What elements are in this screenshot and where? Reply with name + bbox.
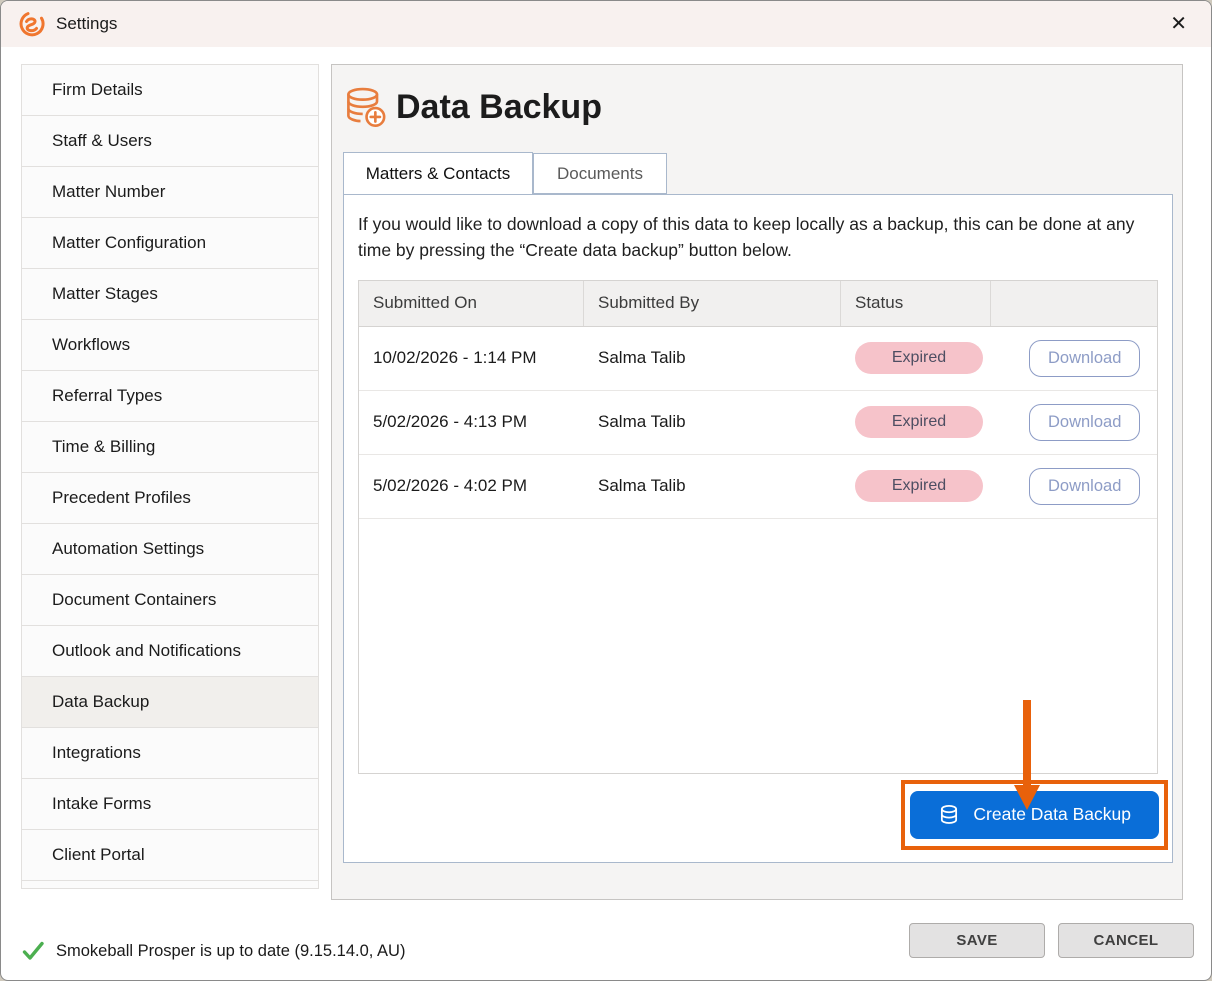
check-icon <box>22 941 44 960</box>
settings-sidebar: Firm Details Staff & Users Matter Number… <box>21 64 319 903</box>
sidebar-item-label: Firm Details <box>52 80 143 99</box>
tab-matters-contacts[interactable]: Matters & Contacts <box>343 152 533 194</box>
download-button[interactable]: Download <box>1029 339 1141 377</box>
tab-content: If you would like to download a copy of … <box>343 194 1173 863</box>
data-backup-panel: Data Backup Matters & Contacts Documents… <box>331 64 1183 900</box>
submitted-by-value: Salma Talib <box>598 348 686 367</box>
sidebar-item-client-portal[interactable]: Client Portal <box>21 829 319 881</box>
column-header-status[interactable]: Status <box>841 280 991 326</box>
sidebar-item-label: Document Containers <box>52 590 217 609</box>
sidebar-item-label: Integrations <box>52 743 141 762</box>
title-bar: Settings ✕ <box>1 1 1211 47</box>
sidebar-item-label: Outlook and Notifications <box>52 641 241 660</box>
database-add-icon <box>347 87 386 128</box>
table-row: 5/02/2026 - 4:02 PM Salma Talib Expired … <box>359 454 1157 519</box>
submitted-on-value: 5/02/2026 - 4:13 PM <box>373 412 528 431</box>
sidebar-item-matter-number[interactable]: Matter Number <box>21 166 319 218</box>
download-button[interactable]: Download <box>1029 467 1141 505</box>
sidebar-item-outlook-notifications[interactable]: Outlook and Notifications <box>21 625 319 677</box>
sidebar-item-label: Data Backup <box>52 692 150 711</box>
backup-description: If you would like to download a copy of … <box>358 214 1135 261</box>
sidebar-item-label: Time & Billing <box>52 437 156 456</box>
sidebar-item-firm-details[interactable]: Firm Details <box>21 64 319 116</box>
sidebar-item-clipped[interactable] <box>21 880 319 889</box>
tab-bar: Matters & Contacts Documents <box>343 152 667 194</box>
footer-buttons: SAVE CANCEL <box>909 923 1194 958</box>
sidebar-item-referral-types[interactable]: Referral Types <box>21 370 319 422</box>
status-badge: Expired <box>855 342 983 374</box>
sidebar-item-label: Matter Stages <box>52 284 158 303</box>
sidebar-item-label: Workflows <box>52 335 131 354</box>
submitted-on-value: 10/02/2026 - 1:14 PM <box>373 348 537 367</box>
column-header-actions <box>991 281 1157 326</box>
page-header: Data Backup <box>344 85 602 129</box>
tab-label: Documents <box>557 163 643 183</box>
table-row: 5/02/2026 - 4:13 PM Salma Talib Expired … <box>359 390 1157 455</box>
create-button-row: Create Data Backup <box>358 779 1168 850</box>
status-badge: Expired <box>855 470 983 502</box>
cancel-button[interactable]: CANCEL <box>1058 923 1194 958</box>
page-title: Data Backup <box>396 87 602 126</box>
download-button[interactable]: Download <box>1029 403 1141 441</box>
column-header-submitted-on[interactable]: Submitted On <box>359 280 584 326</box>
sidebar-item-time-billing[interactable]: Time & Billing <box>21 421 319 473</box>
sidebar-item-matter-stages[interactable]: Matter Stages <box>21 268 319 320</box>
sidebar-item-integrations[interactable]: Integrations <box>21 727 319 779</box>
create-button-label: Create Data Backup <box>973 804 1131 824</box>
update-status: Smokeball Prosper is up to date (9.15.14… <box>21 939 405 963</box>
submitted-on-value: 5/02/2026 - 4:02 PM <box>373 476 528 495</box>
table-row: 10/02/2026 - 1:14 PM Salma Talib Expired… <box>359 326 1157 391</box>
close-icon[interactable]: ✕ <box>1164 12 1193 36</box>
status-badge: Expired <box>855 406 983 438</box>
sidebar-item-data-backup[interactable]: Data Backup <box>21 676 319 728</box>
smokeball-logo-icon <box>19 12 45 37</box>
sidebar-item-label: Automation Settings <box>52 539 205 558</box>
sidebar-item-label: Referral Types <box>52 386 163 405</box>
status-text: Smokeball Prosper is up to date (9.15.14… <box>56 941 406 960</box>
submitted-by-value: Salma Talib <box>598 476 686 495</box>
backup-table: Submitted On Submitted By Status 10/02/2… <box>358 279 1158 774</box>
sidebar-item-intake-forms[interactable]: Intake Forms <box>21 778 319 830</box>
sidebar-item-label: Precedent Profiles <box>52 488 191 507</box>
tab-label: Matters & Contacts <box>365 163 511 183</box>
submitted-by-value: Salma Talib <box>598 412 686 431</box>
sidebar-item-label: Matter Configuration <box>52 233 207 252</box>
sidebar-item-workflows[interactable]: Workflows <box>21 319 319 371</box>
settings-window: Settings ✕ Firm Details Staff & Users Ma… <box>0 0 1212 981</box>
annotation-highlight-box: Create Data Backup <box>901 779 1168 850</box>
sidebar-item-automation-settings[interactable]: Automation Settings <box>21 523 319 575</box>
sidebar-item-label: Staff & Users <box>52 131 152 150</box>
save-button[interactable]: SAVE <box>909 923 1045 958</box>
sidebar-item-matter-configuration[interactable]: Matter Configuration <box>21 217 319 269</box>
window-title: Settings <box>56 14 118 33</box>
create-data-backup-button[interactable]: Create Data Backup <box>910 790 1159 839</box>
sidebar-item-label: Client Portal <box>52 845 145 864</box>
sidebar-item-label: Intake Forms <box>52 794 152 813</box>
sidebar-item-precedent-profiles[interactable]: Precedent Profiles <box>21 472 319 524</box>
column-header-submitted-by[interactable]: Submitted By <box>584 280 841 326</box>
sidebar-item-label: Matter Number <box>52 182 166 201</box>
tab-documents[interactable]: Documents <box>533 153 667 194</box>
sidebar-item-document-containers[interactable]: Document Containers <box>21 574 319 626</box>
table-header: Submitted On Submitted By Status <box>359 280 1157 327</box>
sidebar-item-staff-users[interactable]: Staff & Users <box>21 115 319 167</box>
database-icon <box>941 804 958 824</box>
